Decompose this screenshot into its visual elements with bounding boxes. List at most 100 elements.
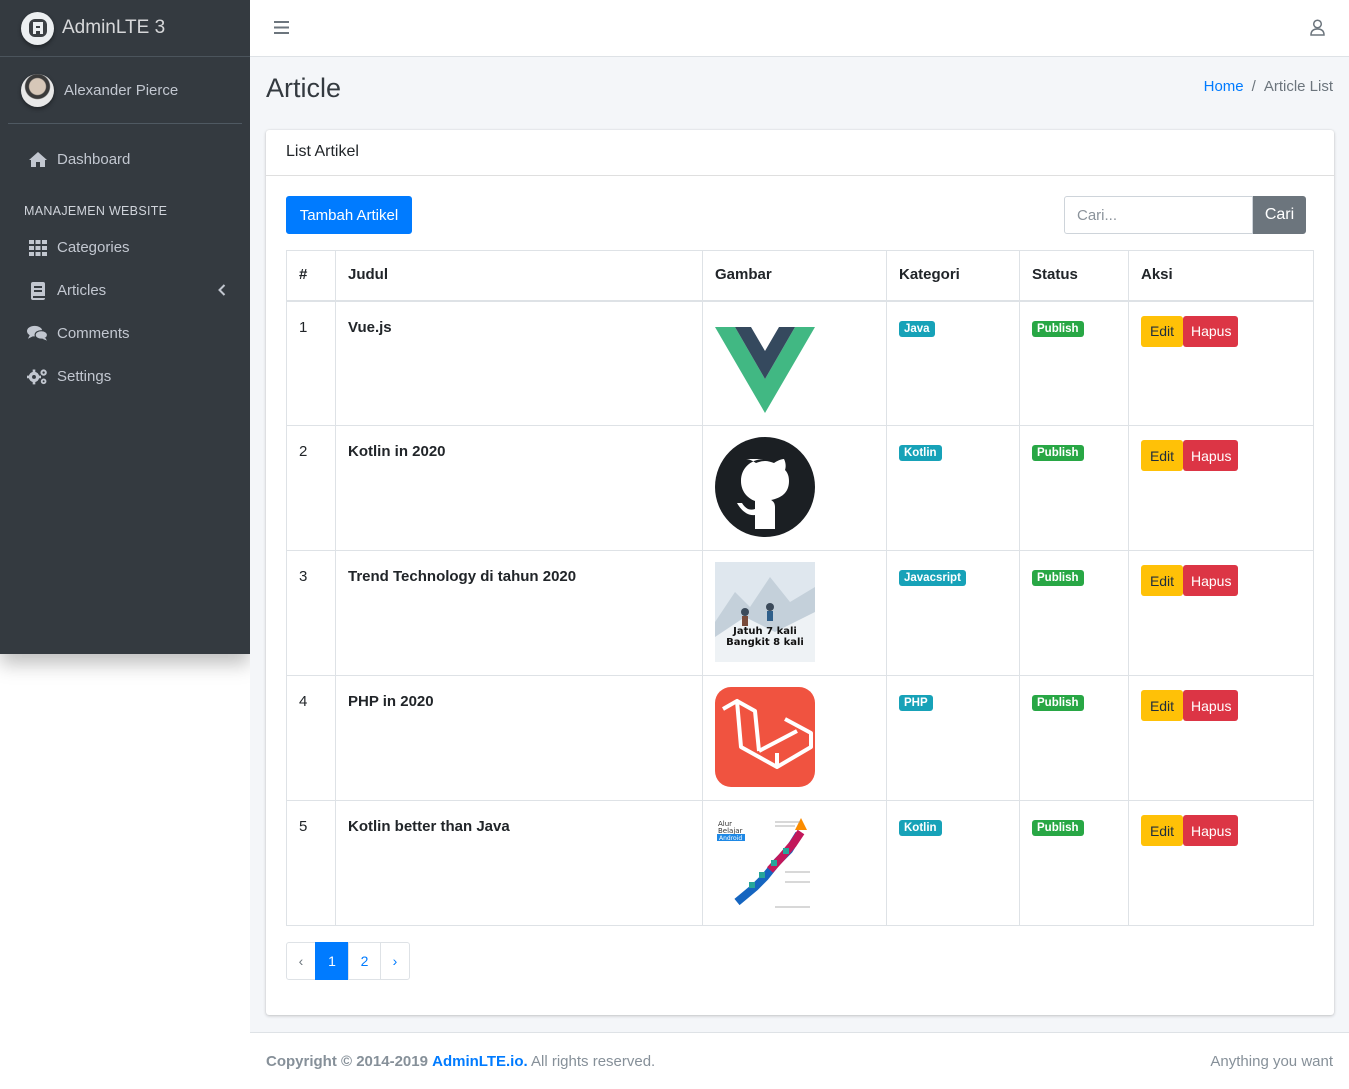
row-status-cell: Publish	[1019, 300, 1129, 426]
user-avatar	[21, 73, 54, 107]
status-badge: Publish	[1032, 320, 1084, 337]
gears-icon	[27, 368, 48, 386]
row-number: 1	[286, 300, 336, 426]
mountain-poster-image: Jatuh 7 kali Bangkit 8 kali	[715, 562, 815, 662]
row-number: 4	[286, 675, 336, 801]
add-article-button[interactable]: Tambah Artikel	[286, 196, 412, 234]
category-badge: Kotlin	[899, 445, 942, 461]
row-title: Kotlin better than Java	[335, 800, 703, 926]
brand-logo-icon	[21, 11, 54, 45]
row-image-cell: Jatuh 7 kali Bangkit 8 kali	[702, 550, 887, 676]
pagination-page-1[interactable]: 1	[315, 942, 349, 980]
row-number: 5	[286, 800, 336, 926]
top-navbar	[250, 0, 1349, 57]
sidebar-item-label: Settings	[57, 368, 112, 385]
user-name[interactable]: Alexander Pierce	[64, 82, 178, 99]
poster-line-2: Belajar	[718, 827, 743, 835]
delete-button[interactable]: Hapus	[1183, 315, 1238, 347]
grid-icon	[27, 239, 48, 257]
sidebar-item-settings[interactable]: Settings	[0, 355, 250, 398]
comments-icon	[27, 325, 48, 343]
pagination-prev[interactable]: ‹	[286, 942, 316, 980]
delete-button[interactable]: Hapus	[1183, 690, 1238, 721]
edit-button[interactable]: Edit	[1141, 315, 1183, 347]
row-category-cell: Kotlin	[886, 425, 1020, 551]
row-status-cell: Publish	[1019, 800, 1129, 926]
main-sidebar: AdminLTE 3 Alexander Pierce Dashboard MA…	[0, 0, 250, 654]
row-category-cell: Kotlin	[886, 800, 1020, 926]
breadcrumb-separator: /	[1251, 78, 1256, 95]
sidebar-item-label: Dashboard	[57, 151, 131, 168]
sidebar-item-label: Articles	[57, 282, 107, 299]
edit-button[interactable]: Edit	[1141, 565, 1183, 596]
sidebar-item-label: Comments	[57, 325, 130, 342]
article-list-card: List Artikel Tambah Artikel Cari # Judul…	[266, 130, 1334, 1015]
category-badge: Kotlin	[899, 820, 942, 836]
row-image-cell	[702, 425, 887, 551]
table-header-row: # Judul Gambar Kategori Status Aksi	[286, 250, 1314, 302]
category-badge: Java	[899, 320, 935, 337]
vue-logo-image	[715, 326, 815, 413]
table-row: 3 Trend Technology di tahun 2020 Jatuh 7…	[286, 550, 1314, 676]
delete-button[interactable]: Hapus	[1183, 440, 1238, 471]
row-category-cell: Javacsript	[886, 550, 1020, 676]
delete-button[interactable]: Hapus	[1183, 815, 1238, 846]
main-footer: Copyright © 2014-2019 AdminLTE.io. All r…	[250, 1032, 1349, 1089]
column-header-num: #	[286, 250, 336, 302]
github-logo-image	[715, 437, 815, 537]
status-badge: Publish	[1032, 695, 1084, 711]
row-title: Trend Technology di tahun 2020	[335, 550, 703, 676]
search-input[interactable]	[1064, 196, 1253, 234]
footer-right-text: Anything you want	[1210, 1053, 1333, 1070]
sidebar-item-comments[interactable]: Comments	[0, 312, 250, 355]
table-row: 5 Kotlin better than Java Alur Belajar A…	[286, 800, 1314, 926]
user-panel[interactable]: Alexander Pierce	[8, 57, 242, 124]
brand-text: AdminLTE 3	[62, 17, 166, 38]
pagination: ‹ 1 2 ›	[286, 942, 410, 980]
table-row: 1 Vue.js Java Publish Edit Hapus	[286, 300, 1314, 426]
row-action-cell: Edit Hapus	[1128, 550, 1314, 676]
menu-toggle-icon[interactable]	[274, 21, 289, 38]
row-number: 2	[286, 425, 336, 551]
delete-button[interactable]: Hapus	[1183, 565, 1238, 596]
home-icon	[27, 151, 48, 169]
sidebar-section-header: MANAJEMEN WEBSITE	[24, 204, 168, 218]
edit-button[interactable]: Edit	[1141, 815, 1183, 846]
breadcrumb-home-link[interactable]: Home	[1204, 78, 1244, 95]
row-status-cell: Publish	[1019, 425, 1129, 551]
sidebar-item-articles[interactable]: Articles	[0, 269, 250, 312]
sidebar-item-categories[interactable]: Categories	[0, 226, 250, 269]
chevron-left-icon[interactable]	[218, 283, 226, 300]
row-action-cell: Edit Hapus	[1128, 800, 1314, 926]
edit-button[interactable]: Edit	[1141, 440, 1183, 471]
content-wrapper: Article Home / Article List List Artikel…	[250, 57, 1349, 1032]
poster-line-3: Android	[719, 835, 742, 842]
category-badge: PHP	[899, 695, 933, 711]
status-badge: Publish	[1032, 445, 1084, 461]
pagination-page-2[interactable]: 2	[348, 942, 381, 980]
sidebar-item-dashboard[interactable]: Dashboard	[0, 138, 250, 181]
table-row: 4 PHP in 2020 PHP Publish Edit Hapus	[286, 675, 1314, 801]
edit-button[interactable]: Edit	[1141, 690, 1183, 721]
row-title: Vue.js	[335, 300, 703, 426]
sidebar-nav: Dashboard MANAJEMEN WEBSITE Categories A…	[0, 138, 250, 398]
android-roadmap-image: Alur Belajar Android	[715, 812, 815, 912]
row-image-cell	[702, 300, 887, 426]
column-header-status: Status	[1019, 250, 1129, 302]
row-action-cell: Edit Hapus	[1128, 425, 1314, 551]
article-table: # Judul Gambar Kategori Status Aksi 1 Vu…	[286, 250, 1314, 926]
footer-link[interactable]: AdminLTE.io.	[432, 1053, 528, 1070]
pagination-next[interactable]: ›	[380, 942, 410, 980]
brand-link[interactable]: AdminLTE 3	[0, 0, 250, 57]
category-badge: Javacsript	[899, 570, 966, 586]
search-button[interactable]: Cari	[1253, 196, 1306, 234]
column-header-category: Kategori	[886, 250, 1020, 302]
laravel-logo-image	[715, 687, 815, 787]
row-status-cell: Publish	[1019, 550, 1129, 676]
user-icon[interactable]	[1310, 19, 1325, 40]
row-title: PHP in 2020	[335, 675, 703, 801]
row-category-cell: Java	[886, 300, 1020, 426]
footer-copyright: Copyright © 2014-2019	[266, 1053, 428, 1070]
row-image-cell	[702, 675, 887, 801]
table-row: 2 Kotlin in 2020 Kotlin Publish Edit Hapu…	[286, 425, 1314, 551]
